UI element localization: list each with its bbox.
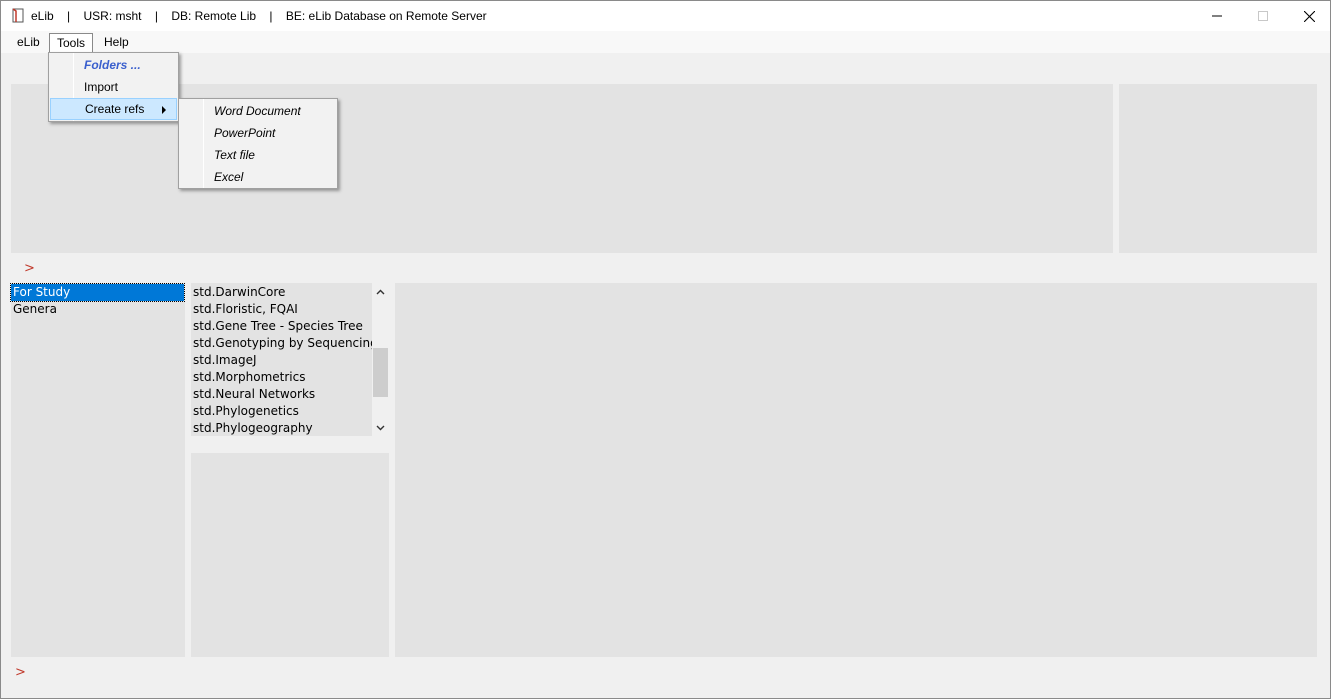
template-list-item[interactable]: std.ImageJ [193,352,257,369]
window-title: eLib | USR: msht | DB: Remote Lib | BE: … [31,9,487,23]
title-separator: | [67,9,71,23]
menu-tools[interactable]: Tools [49,33,94,53]
template-list[interactable]: std.DarwinCore std.Floristic, FQAI std.G… [191,283,389,436]
folder-list-item[interactable]: Genera [11,301,184,318]
middle-bottom-panel [191,453,389,657]
title-separator: | [269,9,273,23]
create-refs-submenu: Word Document PowerPoint Text file Excel [178,98,338,189]
menu-item-create-refs-label: Create refs [85,102,145,116]
submenu-item-word-document[interactable]: Word Document [179,100,337,122]
menu-item-import[interactable]: Import [49,76,178,98]
maximize-button[interactable] [1240,1,1286,31]
right-main-panel [395,283,1317,657]
close-button[interactable] [1286,1,1331,31]
title-app-name: eLib [31,9,54,23]
template-list-item[interactable]: std.DarwinCore [193,284,285,301]
minimize-icon [1212,15,1222,17]
app-icon [12,8,24,23]
template-list-item[interactable]: std.Neural Networks [193,386,315,403]
scroll-up-button[interactable] [372,283,389,300]
title-separator: | [154,9,158,23]
submenu-item-text-file[interactable]: Text file [179,144,337,166]
folder-list[interactable]: For Study Genera [10,283,185,657]
scroll-thumb[interactable] [373,348,388,397]
template-list-item[interactable]: std.Gene Tree - Species Tree [193,318,363,335]
close-icon [1303,10,1315,22]
menu-item-create-refs[interactable]: Create refs [50,98,177,120]
menu-elib[interactable]: eLib [10,33,47,53]
template-list-item[interactable]: std.Floristic, FQAI [193,301,298,318]
tools-menu-dropdown: Folders ... Import Create refs [48,52,179,122]
maximize-icon [1258,11,1268,21]
scroll-down-button[interactable] [372,419,389,436]
template-list-item[interactable]: std.Phylogenetics [193,403,299,420]
upper-prompt-indicator: > [24,261,35,276]
menu-bar: eLib Tools Help [1,31,1330,53]
menu-item-folders[interactable]: Folders ... [49,54,178,76]
lower-prompt-indicator: > [15,665,26,680]
chevron-up-icon [376,289,385,294]
menu-help[interactable]: Help [97,33,136,53]
template-list-item[interactable]: std.Genotyping by Sequencing [193,335,378,352]
template-list-item[interactable]: std.Morphometrics [193,369,305,386]
submenu-arrow-icon [162,106,166,114]
title-user: USR: msht [83,9,142,23]
template-list-item[interactable]: std.Phylogeography [193,420,313,437]
submenu-item-excel[interactable]: Excel [179,166,337,188]
submenu-item-powerpoint[interactable]: PowerPoint [179,122,337,144]
top-right-panel [1119,84,1317,253]
chevron-down-icon [376,425,385,430]
folder-list-item[interactable]: For Study [10,283,185,302]
title-backend: BE: eLib Database on Remote Server [285,9,487,23]
template-list-scrollbar[interactable] [372,283,389,436]
title-db: DB: Remote Lib [171,9,257,23]
title-bar: eLib | USR: msht | DB: Remote Lib | BE: … [1,1,1330,31]
minimize-button[interactable] [1194,1,1240,31]
